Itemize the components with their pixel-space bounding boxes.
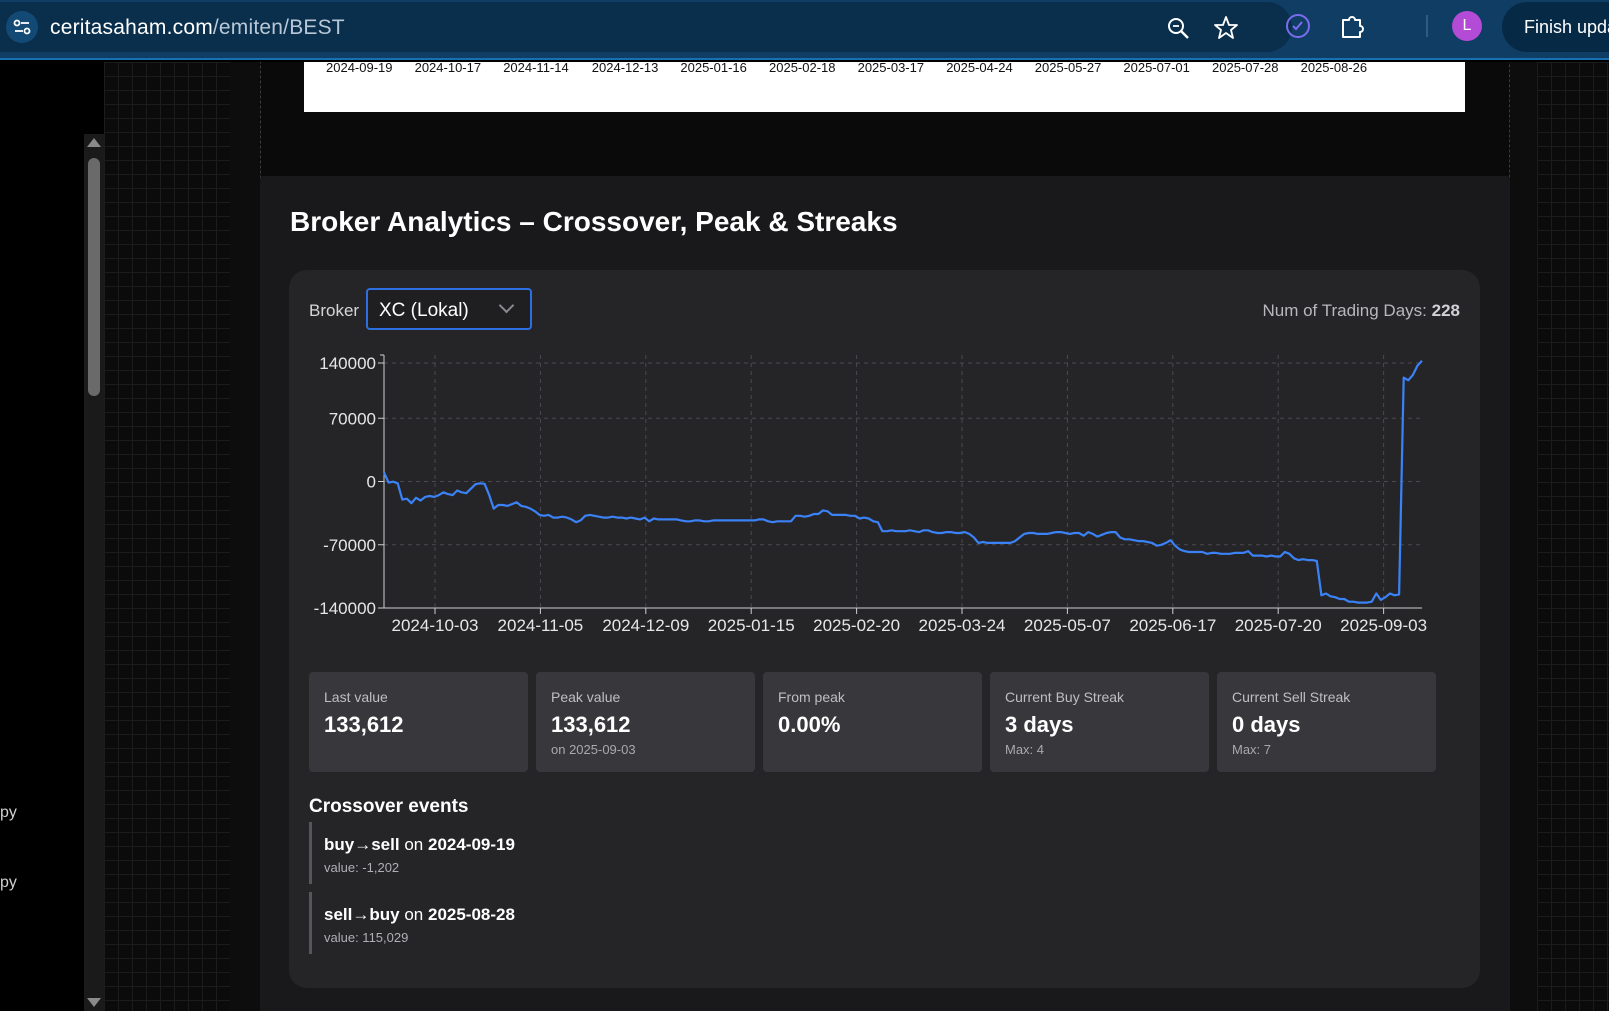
site-settings-icon[interactable] [6, 11, 38, 43]
event-heading: buy→sell on 2024-09-19 [324, 835, 515, 855]
stat-value: 133,612 [551, 712, 631, 737]
previous-chart-date-tick: 2024-10-17 [414, 62, 482, 75]
y-axis-tick-label: 140000 [319, 354, 376, 373]
previous-chart-date-tick: 2025-07-01 [1123, 62, 1190, 75]
stat-card: Peak value 133,612 on 2025-09-03 [536, 672, 755, 772]
event-value: value: 115,029 [324, 930, 409, 945]
event-date: 2025-08-28 [427, 905, 515, 924]
previous-chart-x-axis: 2024-09-19 2024-10-17 2024-11-14 2024-12-13… [304, 62, 1465, 82]
stat-value: 0.00% [778, 712, 841, 737]
chevron-down-icon [498, 297, 515, 314]
stat-label: Last value [324, 689, 388, 705]
event-heading: sell→buy on 2025-08-28 [324, 905, 515, 925]
scroll-down-arrow-icon[interactable] [87, 998, 101, 1007]
section-title: Broker Analytics – Crossover, Peak & Str… [290, 206, 898, 237]
stat-label: Current Sell Streak [1232, 689, 1351, 705]
previous-chart-date-tick: 2024-09-19 [326, 62, 393, 75]
url-path: /emiten/BEST [212, 16, 345, 39]
y-axis-tick-label: -70000 [323, 536, 376, 555]
stat-card: Last value 133,612 [309, 672, 528, 772]
url-text[interactable]: ceritasaham.com/emiten/BEST [50, 16, 345, 40]
event-on-word: on [404, 835, 424, 854]
trading-days-label: Num of Trading Days: [1262, 301, 1427, 320]
trading-days-count: Num of Trading Days: 228 [1262, 301, 1460, 321]
stat-label: Current Buy Streak [1005, 689, 1125, 705]
y-axis-tick-label: 70000 [329, 409, 376, 428]
stat-sub: Max: 4 [1005, 742, 1045, 757]
x-axis-tick-label: 2025-09-03 [1340, 616, 1427, 635]
stat-value: 0 days [1232, 712, 1301, 737]
x-axis-tick-label: 2024-12-09 [602, 616, 689, 635]
x-axis-tick-label: 2024-10-03 [392, 616, 479, 635]
broker-analytics-section: Broker Analytics – Crossover, Peak & Str… [260, 176, 1510, 1011]
previous-chart-date-tick: 2025-04-24 [946, 62, 1013, 75]
y-axis-tick-label: -140000 [314, 599, 376, 618]
stat-label: Peak value [551, 689, 621, 705]
crossover-title: Crossover events [309, 796, 469, 817]
x-axis-tick-label: 2025-05-07 [1024, 616, 1111, 635]
stat-card: Current Buy Streak 3 days Max: 4 [990, 672, 1209, 772]
stat-sub: on 2025-09-03 [551, 742, 636, 757]
extensions-puzzle-icon[interactable] [1338, 12, 1366, 40]
x-axis-tick-label: 2025-01-15 [708, 616, 795, 635]
scroll-up-arrow-icon[interactable] [87, 138, 101, 147]
analytics-panel: Broker XC (Lokal) Num of Trading Days: 2… [289, 270, 1480, 988]
stat-card: From peak 0.00% [763, 672, 982, 772]
profile-avatar[interactable]: L [1452, 11, 1482, 41]
address-bar[interactable]: ceritasaham.com/emiten/BEST [0, 2, 1292, 52]
bookmark-star-icon[interactable] [1212, 14, 1240, 42]
x-axis-tick-label: 2025-03-24 [919, 616, 1006, 635]
broker-line-chart: 140000 70000 0 -70000 -140000 2024-10-03 2024-… [314, 354, 1427, 635]
previous-chart-date-tick: 2025-05-27 [1034, 62, 1102, 75]
stats-row: Last value 133,612 Peak value 133,612 on 202… [309, 672, 1461, 776]
url-host: ceritasaham.com [50, 16, 213, 39]
event-value: value: -1,202 [324, 860, 400, 875]
previous-chart-date-tick: 2025-08-26 [1300, 62, 1368, 75]
previous-chart-date-tick: 2025-01-16 [680, 62, 747, 75]
grid-background-left [104, 62, 230, 1011]
stat-value: 3 days [1005, 712, 1074, 737]
broker-select[interactable]: XC (Lokal) [366, 288, 532, 330]
zoom-icon[interactable] [1164, 14, 1192, 42]
previous-chart-area: 2024-09-19 2024-10-17 2024-11-14 2024-12-13… [304, 62, 1465, 112]
previous-chart-date-tick: 2024-12-13 [591, 62, 659, 75]
x-axis-tick-label: 2024-11-05 [498, 616, 584, 635]
x-axis-tick-label: 2025-02-20 [813, 616, 900, 635]
event-type: buy→sell [324, 835, 400, 854]
previous-chart-date-tick: 2025-02-18 [769, 62, 836, 75]
x-axis-tick-label: 2025-07-20 [1235, 616, 1322, 635]
y-axis-tick-label: 0 [367, 473, 376, 492]
finish-update-button[interactable]: Finish upda [1502, 2, 1609, 52]
previous-chart-date-tick: 2025-03-17 [857, 62, 925, 75]
toolbar-divider [1426, 15, 1428, 37]
trading-days-value: 228 [1431, 301, 1460, 320]
scrollbar-thumb[interactable] [88, 158, 100, 396]
event-date: 2024-09-19 [427, 835, 515, 854]
x-axis-tick-label: 2025-06-17 [1129, 616, 1216, 635]
extension-icon[interactable] [1284, 12, 1312, 40]
crossover-event: buy→sell on 2024-09-19 value: -1,202 [309, 822, 909, 884]
event-on-word: on [404, 905, 424, 924]
event-type: sell→buy [324, 905, 400, 924]
stat-label: From peak [778, 689, 845, 705]
grid-background-right [1537, 62, 1609, 1011]
page-viewport: py py 2024-09-19 2024-10-17 2024-11-14 2024… [0, 62, 1609, 1011]
crossover-event: sell→buy on 2025-08-28 value: 115,029 [309, 892, 909, 954]
stat-card: Current Sell Streak 0 days Max: 7 [1217, 672, 1436, 772]
stat-sub: Max: 7 [1232, 742, 1272, 757]
stat-value: 133,612 [324, 712, 404, 737]
broker-selected-value: XC (Lokal) [379, 300, 469, 321]
sidebar-text-fragment: py [0, 804, 17, 821]
browser-toolbar: ceritasaham.com/emiten/BEST L Finish upd… [0, 0, 1609, 60]
broker-label: Broker [309, 301, 360, 320]
sidebar-scrollbar[interactable] [84, 134, 104, 1011]
sidebar-text-fragment: py [0, 874, 17, 891]
previous-chart-date-tick: 2025-07-28 [1212, 62, 1279, 75]
previous-chart-date-tick: 2024-11-14 [503, 62, 569, 75]
